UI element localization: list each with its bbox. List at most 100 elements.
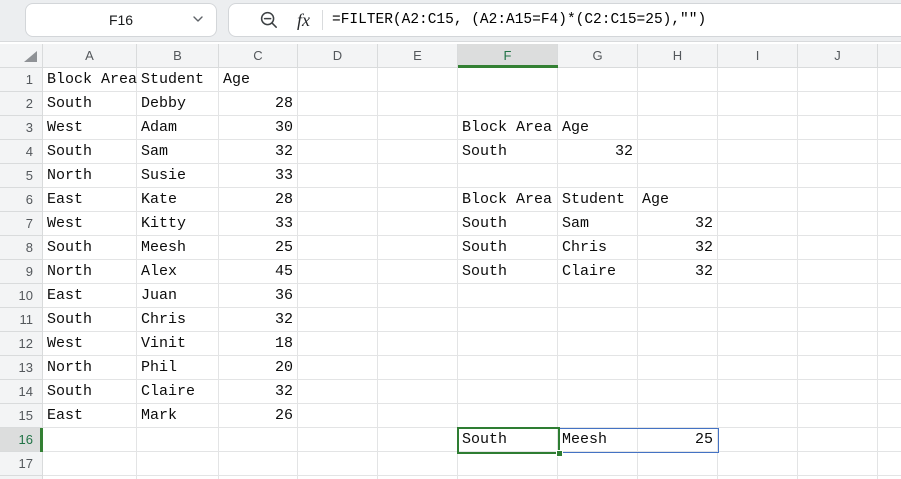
- cell-I12[interactable]: [718, 332, 798, 356]
- cell-A11[interactable]: South: [43, 308, 137, 332]
- cell-H13[interactable]: [638, 356, 718, 380]
- cell-E7[interactable]: [378, 212, 458, 236]
- cell-D3[interactable]: [298, 116, 378, 140]
- cell-H8[interactable]: 32: [638, 236, 718, 260]
- cell-I10[interactable]: [718, 284, 798, 308]
- cell-x4[interactable]: [878, 140, 901, 164]
- cell-I5[interactable]: [718, 164, 798, 188]
- cell-G4[interactable]: 32: [558, 140, 638, 164]
- row-header-5[interactable]: 5: [0, 164, 43, 188]
- formula-input-area[interactable]: fx =FILTER(A2:C15, (A2:A15=F4)*(C2:C15=2…: [228, 3, 901, 37]
- cell-x5[interactable]: [878, 164, 901, 188]
- cell-F6[interactable]: Block Area: [458, 188, 558, 212]
- cell-I4[interactable]: [718, 140, 798, 164]
- cell-E13[interactable]: [378, 356, 458, 380]
- cell-J13[interactable]: [798, 356, 878, 380]
- cell-F17[interactable]: [458, 452, 558, 476]
- cell-C17[interactable]: [219, 452, 298, 476]
- cell-x16[interactable]: [878, 428, 901, 452]
- cell-H2[interactable]: [638, 92, 718, 116]
- cell-I9[interactable]: [718, 260, 798, 284]
- cell-D17[interactable]: [298, 452, 378, 476]
- cell-C11[interactable]: 32: [219, 308, 298, 332]
- cell-B3[interactable]: Adam: [137, 116, 219, 140]
- column-header-G[interactable]: G: [558, 44, 638, 68]
- cell-I15[interactable]: [718, 404, 798, 428]
- cell-E12[interactable]: [378, 332, 458, 356]
- row-header-10[interactable]: 10: [0, 284, 43, 308]
- cell-J7[interactable]: [798, 212, 878, 236]
- cell-G12[interactable]: [558, 332, 638, 356]
- cell-x13[interactable]: [878, 356, 901, 380]
- cell-B7[interactable]: Kitty: [137, 212, 219, 236]
- column-header-I[interactable]: I: [718, 44, 798, 68]
- cell-A14[interactable]: South: [43, 380, 137, 404]
- cell-G14[interactable]: [558, 380, 638, 404]
- cell-G16[interactable]: Meesh: [558, 428, 638, 452]
- row-header-16[interactable]: 16: [0, 428, 43, 452]
- cell-G11[interactable]: [558, 308, 638, 332]
- cell-C7[interactable]: 33: [219, 212, 298, 236]
- cell-D4[interactable]: [298, 140, 378, 164]
- cell-B17[interactable]: [137, 452, 219, 476]
- cell-J16[interactable]: [798, 428, 878, 452]
- cell-C9[interactable]: 45: [219, 260, 298, 284]
- cell-C10[interactable]: 36: [219, 284, 298, 308]
- cell-x11[interactable]: [878, 308, 901, 332]
- chevron-down-icon[interactable]: [192, 13, 204, 25]
- cell-E17[interactable]: [378, 452, 458, 476]
- cell-A10[interactable]: East: [43, 284, 137, 308]
- row-header-14[interactable]: 14: [0, 380, 43, 404]
- column-header-A[interactable]: A: [43, 44, 137, 68]
- cell-G17[interactable]: [558, 452, 638, 476]
- cell-A15[interactable]: East: [43, 404, 137, 428]
- cell-E10[interactable]: [378, 284, 458, 308]
- cell-G7[interactable]: Sam: [558, 212, 638, 236]
- cell-I13[interactable]: [718, 356, 798, 380]
- row-header-9[interactable]: 9: [0, 260, 43, 284]
- row-header-8[interactable]: 8: [0, 236, 43, 260]
- column-header-D[interactable]: D: [298, 44, 378, 68]
- cell-J2[interactable]: [798, 92, 878, 116]
- cell-x3[interactable]: [878, 116, 901, 140]
- cell-F11[interactable]: [458, 308, 558, 332]
- cell-D9[interactable]: [298, 260, 378, 284]
- row-header-3[interactable]: 3: [0, 116, 43, 140]
- column-header-C[interactable]: C: [219, 44, 298, 68]
- column-header-F[interactable]: F: [458, 44, 558, 68]
- row-header-6[interactable]: 6: [0, 188, 43, 212]
- cell-H1[interactable]: [638, 68, 718, 92]
- cell-E1[interactable]: [378, 68, 458, 92]
- cell-x1[interactable]: [878, 68, 901, 92]
- cell-C2[interactable]: 28: [219, 92, 298, 116]
- spreadsheet-grid[interactable]: ABCDEFGHIJ1Block AreaStudentAge2SouthDeb…: [0, 44, 901, 479]
- cell-C4[interactable]: 32: [219, 140, 298, 164]
- cell-F2[interactable]: [458, 92, 558, 116]
- cell-E5[interactable]: [378, 164, 458, 188]
- cell-G8[interactable]: Chris: [558, 236, 638, 260]
- cell-F8[interactable]: South: [458, 236, 558, 260]
- cell-F15[interactable]: [458, 404, 558, 428]
- cell-x8[interactable]: [878, 236, 901, 260]
- cell-D15[interactable]: [298, 404, 378, 428]
- cell-G15[interactable]: [558, 404, 638, 428]
- name-box[interactable]: F16: [25, 3, 217, 37]
- cell-G13[interactable]: [558, 356, 638, 380]
- cell-H10[interactable]: [638, 284, 718, 308]
- cell-C8[interactable]: 25: [219, 236, 298, 260]
- cell-A6[interactable]: East: [43, 188, 137, 212]
- cell-I2[interactable]: [718, 92, 798, 116]
- row-header-11[interactable]: 11: [0, 308, 43, 332]
- cell-B2[interactable]: Debby: [137, 92, 219, 116]
- cell-x6[interactable]: [878, 188, 901, 212]
- select-all-corner[interactable]: [0, 44, 43, 68]
- cell-D12[interactable]: [298, 332, 378, 356]
- column-header-E[interactable]: E: [378, 44, 458, 68]
- cell-F4[interactable]: South: [458, 140, 558, 164]
- cell-G2[interactable]: [558, 92, 638, 116]
- cell-B14[interactable]: Claire: [137, 380, 219, 404]
- cell-J3[interactable]: [798, 116, 878, 140]
- row-header-17[interactable]: 17: [0, 452, 43, 476]
- cell-E6[interactable]: [378, 188, 458, 212]
- formula-input[interactable]: =FILTER(A2:C15, (A2:A15=F4)*(C2:C15=25),…: [332, 12, 706, 28]
